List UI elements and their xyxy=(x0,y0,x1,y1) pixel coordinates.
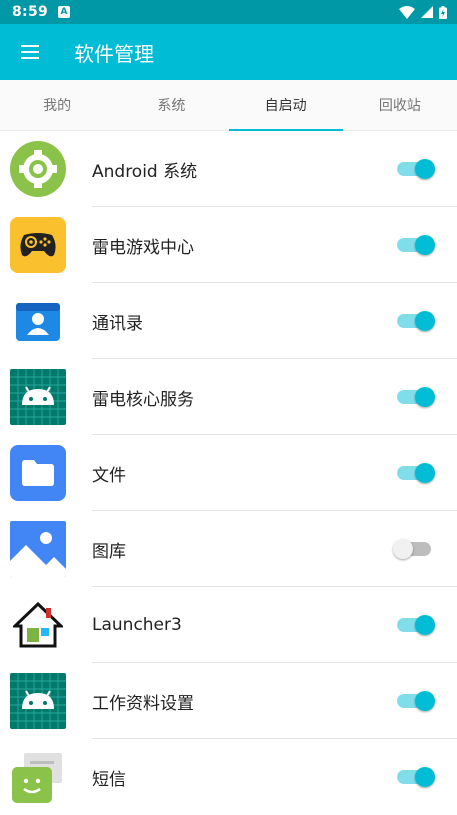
list-item: 短信 xyxy=(0,739,457,815)
app-bar: 软件管理 xyxy=(0,24,457,80)
list-item: 雷电游戏中心 xyxy=(0,207,457,283)
autostart-toggle[interactable] xyxy=(397,615,435,635)
app-name: 图库 xyxy=(92,541,126,562)
app-name: 短信 xyxy=(92,769,126,790)
launcher-house-icon xyxy=(10,597,66,653)
app-name: 通讯录 xyxy=(92,313,143,334)
gamepad-icon xyxy=(10,217,66,273)
list-item: 文件 xyxy=(0,435,457,511)
app-name: Android 系统 xyxy=(92,161,198,182)
android-settings-gear-icon xyxy=(10,141,66,197)
tab-autostart[interactable]: 自启动 xyxy=(228,80,344,131)
list-item: 通讯录 xyxy=(0,283,457,359)
autostart-toggle[interactable] xyxy=(397,159,435,179)
list-item: 图库 xyxy=(0,511,457,587)
messaging-icon xyxy=(10,749,66,805)
android-robot-icon xyxy=(10,369,66,425)
autostart-toggle[interactable] xyxy=(397,767,435,787)
autostart-toggle[interactable] xyxy=(393,539,431,559)
wifi-icon xyxy=(399,5,415,19)
folder-icon xyxy=(10,445,66,501)
autostart-toggle[interactable] xyxy=(397,311,435,331)
app-name: 文件 xyxy=(92,465,126,486)
tab-bar: 我的 系统 自启动 回收站 xyxy=(0,80,457,131)
list-item: 雷电核心服务 xyxy=(0,359,457,435)
autostart-toggle[interactable] xyxy=(397,235,435,255)
app-name: 工作资料设置 xyxy=(92,693,194,714)
hamburger-icon xyxy=(21,45,39,59)
autostart-toggle[interactable] xyxy=(397,463,435,483)
tab-mine[interactable]: 我的 xyxy=(0,80,114,130)
contacts-icon xyxy=(10,293,66,349)
app-name: Launcher3 xyxy=(92,615,182,635)
app-name: 雷电游戏中心 xyxy=(92,237,194,258)
android-robot-icon xyxy=(10,673,66,729)
battery-icon xyxy=(439,5,447,19)
menu-button[interactable] xyxy=(0,24,60,80)
status-time: 8:59 xyxy=(12,4,49,20)
notification-icon: A xyxy=(58,6,71,18)
list-item: Launcher3 xyxy=(0,587,457,663)
status-bar: 8:59 A xyxy=(0,0,457,24)
gallery-icon xyxy=(10,521,66,577)
list-item: Android 系统 xyxy=(0,131,457,207)
tab-recycle-bin[interactable]: 回收站 xyxy=(343,80,457,130)
cell-signal-icon xyxy=(421,6,433,18)
autostart-toggle[interactable] xyxy=(397,691,435,711)
page-title: 软件管理 xyxy=(74,41,154,66)
app-name: 雷电核心服务 xyxy=(92,389,194,410)
autostart-app-list: Android 系统 雷电游戏中心 通讯录 雷电核心服务 文件 图库 Launc… xyxy=(0,131,457,815)
tab-system[interactable]: 系统 xyxy=(114,80,228,130)
list-item: 工作资料设置 xyxy=(0,663,457,739)
autostart-toggle[interactable] xyxy=(397,387,435,407)
